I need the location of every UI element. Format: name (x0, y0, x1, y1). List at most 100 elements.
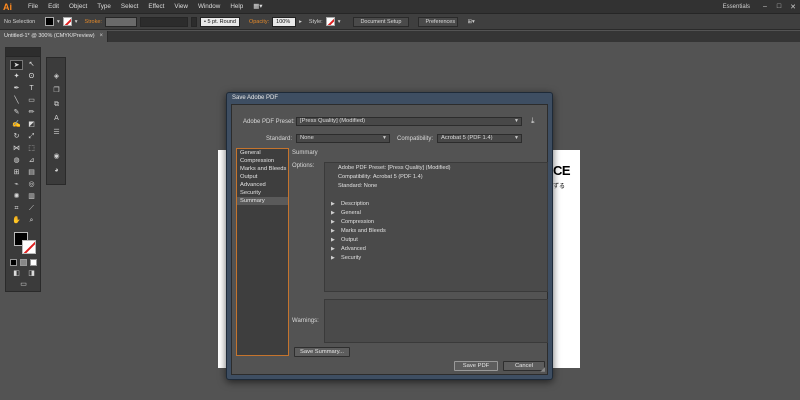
save-summary-button[interactable]: Save Summary... (294, 347, 350, 357)
eraser-tool-icon[interactable]: ◩ (25, 120, 38, 130)
blend-tool-icon[interactable]: ◎ (25, 180, 38, 190)
close-tab-icon[interactable]: × (99, 31, 103, 42)
character-panel-icon[interactable]: A (51, 114, 62, 124)
draw-inside-icon[interactable]: ◨ (25, 269, 38, 279)
draw-mode-icon[interactable]: ◧ (10, 269, 23, 279)
graphic-style-swatch[interactable] (325, 17, 335, 26)
menu-edit[interactable]: Edit (43, 0, 64, 14)
hand-tool-icon[interactable]: ✋ (10, 216, 23, 226)
artboards-panel-icon[interactable]: ❐ (51, 86, 62, 96)
brush-preview-field[interactable] (190, 16, 197, 27)
direct-selection-tool-icon[interactable]: ↖ (25, 60, 38, 70)
slice-tool-icon[interactable]: ⟋ (25, 204, 38, 214)
option-group-output[interactable]: ▶ Output (331, 237, 358, 243)
close-window-button[interactable]: ✕ (786, 3, 800, 11)
disclosure-triangle-icon: ▶ (331, 210, 335, 216)
magic-wand-tool-icon[interactable]: ✦ (10, 72, 23, 82)
mesh-tool-icon[interactable]: ⊞ (10, 168, 23, 178)
category-security[interactable]: Security (237, 189, 288, 197)
scale-tool-icon[interactable]: ⤢ (25, 132, 38, 142)
menu-file[interactable]: File (23, 0, 43, 14)
category-output[interactable]: Output (237, 173, 288, 181)
brush-definition-select[interactable]: • 5 pt. Round (199, 16, 240, 27)
paintbrush-tool-icon[interactable]: ✎ (10, 108, 23, 118)
appearance-panel-icon[interactable]: ◉ (51, 152, 62, 162)
column-graph-tool-icon[interactable]: ▥ (25, 192, 38, 202)
style-dropdown-icon[interactable]: ▾ (338, 19, 341, 25)
standard-select[interactable]: None ▼ (296, 134, 390, 143)
menu-object[interactable]: Object (64, 0, 92, 14)
lasso-tool-icon[interactable]: ʘ (25, 72, 38, 82)
category-marks-and-bleeds[interactable]: Marks and Bleeds (237, 165, 288, 173)
layers-panel-icon[interactable]: ◈ (51, 72, 62, 82)
menu-select[interactable]: Select (116, 0, 144, 14)
opacity-dropdown-icon[interactable]: ▸ (299, 19, 302, 25)
menu-type[interactable]: Type (92, 0, 116, 14)
fill-swatch[interactable] (45, 17, 54, 26)
option-group-advanced[interactable]: ▶ Advanced (331, 246, 366, 252)
graphic-styles-panel-icon[interactable]: ◕ (51, 166, 62, 176)
stroke-dropdown-icon[interactable]: ▾ (75, 19, 78, 25)
category-compression[interactable]: Compression (237, 157, 288, 165)
preferences-button[interactable]: Preferences (418, 16, 459, 27)
free-transform-tool-icon[interactable]: ⬚ (25, 144, 38, 154)
save-preset-icon[interactable]: ⤓ (531, 116, 535, 126)
option-group-security[interactable]: ▶ Security (331, 255, 361, 261)
screen-mode-icon[interactable]: ▭ (17, 280, 30, 290)
line-tool-icon[interactable]: ╲ (10, 96, 23, 106)
menu-window[interactable]: Window (193, 0, 225, 14)
document-setup-button[interactable]: Document Setup (353, 16, 410, 27)
links-panel-icon[interactable]: ⧉ (51, 100, 62, 110)
variable-width-field[interactable] (139, 16, 188, 27)
type-tool-icon[interactable]: T (25, 84, 38, 94)
fill-dropdown-icon[interactable]: ▾ (57, 19, 60, 25)
selection-tool-icon[interactable]: ➤ (10, 60, 23, 70)
maximize-button[interactable]: □ (772, 3, 786, 10)
opacity-label[interactable]: Opacity: (249, 19, 269, 25)
shape-builder-tool-icon[interactable]: ◍ (10, 156, 23, 166)
eyedropper-tool-icon[interactable]: ⌁ (10, 180, 23, 190)
stroke-label[interactable]: Stroke: (85, 19, 102, 25)
option-group-marks-and-bleeds[interactable]: ▶ Marks and Bleeds (331, 228, 386, 234)
minimize-button[interactable]: – (758, 3, 772, 10)
pen-tool-icon[interactable]: ✒ (10, 84, 23, 94)
paragraph-panel-icon[interactable]: ☰ (51, 128, 62, 138)
pencil-tool-icon[interactable]: ✏ (25, 108, 38, 118)
category-advanced[interactable]: Advanced (237, 181, 288, 189)
opacity-field[interactable]: 100% (272, 16, 297, 27)
perspective-grid-tool-icon[interactable]: ⊿ (25, 156, 38, 166)
workspace-switcher[interactable]: Essentials (723, 4, 750, 10)
rotate-tool-icon[interactable]: ↻ (10, 132, 23, 142)
option-group-description[interactable]: ▶ Description (331, 201, 369, 207)
symbol-sprayer-tool-icon[interactable]: ✺ (10, 192, 23, 202)
menu-effect[interactable]: Effect (143, 0, 169, 14)
option-group-compression[interactable]: ▶ Compression (331, 219, 374, 225)
gradient-mode-swatch[interactable] (20, 259, 27, 266)
arrange-documents-icon[interactable]: ▦▾ (248, 0, 267, 14)
save-pdf-button[interactable]: Save PDF (454, 361, 498, 371)
option-group-general[interactable]: ▶ General (331, 210, 361, 216)
resize-grip-icon[interactable]: ◢ (540, 366, 545, 373)
preset-select[interactable]: [Press Quality] (Modified) ▼ (296, 117, 522, 126)
category-general[interactable]: General (237, 149, 288, 157)
none-mode-swatch[interactable] (30, 259, 37, 266)
blob-brush-tool-icon[interactable]: ✍ (10, 120, 23, 130)
compatibility-select[interactable]: Acrobat 5 (PDF 1.4) ▼ (437, 134, 522, 143)
gradient-tool-icon[interactable]: ▤ (25, 168, 38, 178)
menu-help[interactable]: Help (225, 0, 248, 14)
stroke-weight-field[interactable] (104, 16, 137, 27)
artboard-tool-icon[interactable]: ⌗ (10, 204, 23, 214)
arrange-icon[interactable]: ⊞▾ (467, 19, 474, 25)
rectangle-tool-icon[interactable]: ▭ (25, 96, 38, 106)
stroke-swatch[interactable] (62, 17, 72, 26)
menu-view[interactable]: View (169, 0, 193, 14)
tools-panel-grip[interactable] (6, 48, 40, 57)
document-tab[interactable]: Untitled-1* @ 300% (CMYK/Preview) × (0, 31, 108, 42)
width-tool-icon[interactable]: ⋈ (10, 144, 23, 154)
category-summary[interactable]: Summary (237, 197, 288, 205)
color-mode-swatch[interactable] (10, 259, 17, 266)
zoom-tool-icon[interactable]: ⌕ (25, 216, 38, 226)
stroke-color-box[interactable] (22, 240, 36, 254)
cancel-button[interactable]: Cancel (503, 361, 545, 371)
section-title: Summary (292, 150, 318, 156)
